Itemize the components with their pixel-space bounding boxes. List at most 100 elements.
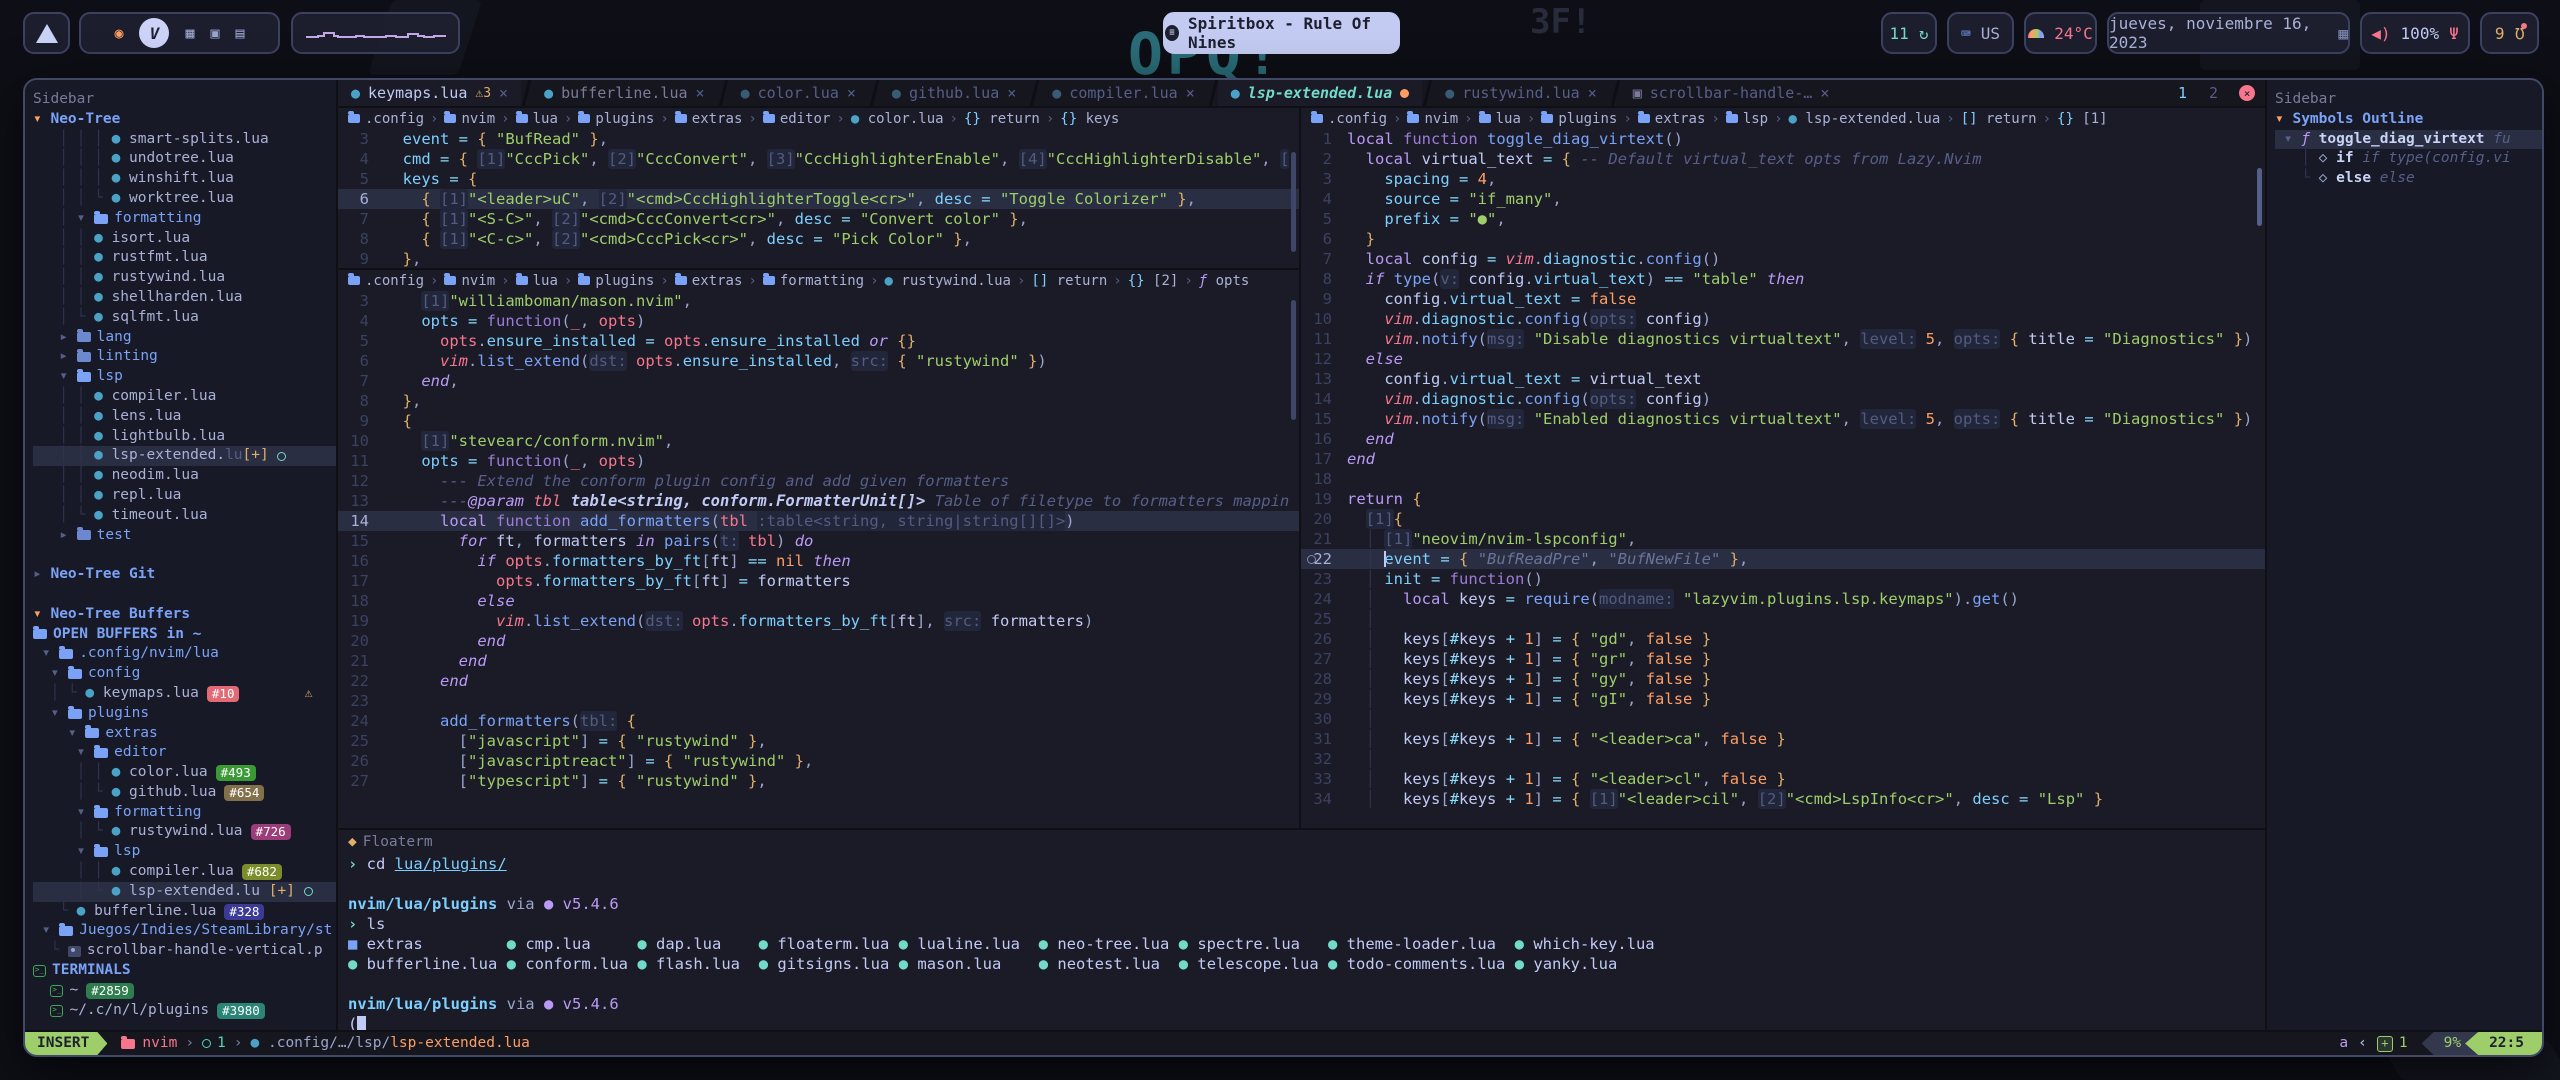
tree-row[interactable]: ▾ .config/nvim/lua: [33, 644, 336, 664]
notifications-widget[interactable]: 9 Ω: [2480, 12, 2539, 54]
code-line[interactable]: 11 opts = function(_, opts): [338, 451, 1299, 471]
tree-row[interactable]: └ ● bufferline.lua#328: [33, 902, 336, 922]
tab-page-1[interactable]: 1: [2167, 80, 2198, 106]
code-line[interactable]: 25 │: [1301, 609, 2265, 629]
tree-row[interactable]: [33, 585, 336, 605]
tree-row[interactable]: ~/.c/n/l/plugins#3980: [33, 1001, 336, 1021]
tree-row[interactable]: ▾ lsp: [33, 842, 336, 862]
tree-row[interactable]: ▸ linting: [33, 347, 336, 367]
tree-row[interactable]: │ └ ● keymaps.lua#10⚠: [33, 684, 336, 704]
code-line[interactable]: 28 │ keys[#keys + 1] = { "gy", false }: [1301, 669, 2265, 689]
code-line[interactable]: 24 add_formatters(tbl: {: [338, 711, 1299, 731]
code-line[interactable]: 23: [338, 691, 1299, 711]
terminal-output[interactable]: › cd lua/plugins/nvim/lua/plugins via ● …: [338, 854, 2265, 1030]
code-line[interactable]: 4 source = "if_many",: [1301, 189, 2265, 209]
tree-row[interactable]: ▸ Neo-Tree Git: [33, 565, 336, 585]
tree-row[interactable]: │ ▾ formatting: [33, 209, 336, 229]
tree-row[interactable]: │ │ ● compiler.lua: [33, 387, 336, 407]
code-line[interactable]: 18 else: [338, 591, 1299, 611]
tree-row[interactable]: [33, 545, 336, 565]
close-tab-icon[interactable]: ×: [696, 84, 705, 102]
code-line[interactable]: 3 event = { "BufRead" },: [338, 129, 1299, 149]
code-line[interactable]: 27 ["typescript"] = { "rustywind" },: [338, 771, 1299, 791]
code-line[interactable]: 26 ["javascriptreact"] = { "rustywind" }…: [338, 751, 1299, 771]
windows-icon[interactable]: ▣: [211, 24, 220, 42]
outline-row[interactable]: Sidebar: [2275, 90, 2542, 110]
tab-compiler.lua[interactable]: ●compiler.lua×: [1039, 80, 1207, 106]
code-line[interactable]: 20 end: [338, 631, 1299, 651]
tree-row[interactable]: │ │ ● isort.lua: [33, 229, 336, 249]
tree-row[interactable]: ▸ lang: [33, 328, 336, 348]
tree-row[interactable]: TERMINALS: [33, 961, 336, 981]
tree-row[interactable]: │ │ ● shellharden.lua: [33, 288, 336, 308]
close-tab-icon[interactable]: ×: [499, 84, 508, 102]
tree-row[interactable]: ~#2859: [33, 981, 336, 1001]
tree-row[interactable]: Sidebar: [33, 90, 336, 110]
code-line[interactable]: 25 ["javascript"] = { "rustywind" },: [338, 731, 1299, 751]
tree-row[interactable]: │ │ ● color.lua#493: [33, 763, 336, 783]
code-line[interactable]: 6 vim.list_extend(dst: opts.ensure_insta…: [338, 351, 1299, 371]
code-line[interactable]: 9 config.virtual_text = false: [1301, 289, 2265, 309]
tree-row[interactable]: │ │ ● lightbulb.lua: [33, 427, 336, 447]
close-all-button[interactable]: ×: [2239, 85, 2255, 101]
tree-row[interactable]: │ │ └ ● worktree.lua: [33, 189, 336, 209]
tree-row[interactable]: │ └ ● github.lua#654: [33, 783, 336, 803]
code-line[interactable]: 31 │ keys[#keys + 1] = { "<leader>ca", f…: [1301, 729, 2265, 749]
tree-row[interactable]: │ │ │ ● winshift.lua: [33, 169, 336, 189]
code-line[interactable]: 34 │ keys[#keys + 1] = { [1]"<leader>cil…: [1301, 789, 2265, 809]
tree-row[interactable]: OPEN BUFFERS in ~: [33, 625, 336, 645]
tree-row[interactable]: ▾ Neo-Tree Buffers: [33, 605, 336, 625]
tab-lsp-extended.lua[interactable]: ●lsp-extended.lua: [1218, 80, 1423, 106]
scrollbar[interactable]: [1291, 300, 1296, 420]
tab-github.lua[interactable]: ●github.lua×: [879, 80, 1029, 106]
tab-keymaps.lua[interactable]: ●keymaps.lua⚠3×: [338, 80, 521, 106]
tree-row[interactable]: │ │ ● lens.lua: [33, 407, 336, 427]
tree-row[interactable]: ▾ editor: [33, 743, 336, 763]
tree-row[interactable]: ▸ test: [33, 526, 336, 546]
tab-page-2[interactable]: 2: [2198, 80, 2229, 106]
code-line[interactable]: 21 end: [338, 651, 1299, 671]
outline-row[interactable]: ▾ Symbols Outline: [2275, 110, 2542, 130]
code-line[interactable]: 19return {: [1301, 489, 2265, 509]
now-playing-widget[interactable]: ≡ Spiritbox - Rule Of Nines: [1163, 12, 1400, 54]
code-line[interactable]: 10 [1]"stevearc/conform.nvim",: [338, 431, 1299, 451]
tree-row[interactable]: ▾ formatting: [33, 803, 336, 823]
code-line[interactable]: 5 prefix = "●",: [1301, 209, 2265, 229]
code-line[interactable]: 27 │ keys[#keys + 1] = { "gr", false }: [1301, 649, 2265, 669]
code-line[interactable]: 12 else: [1301, 349, 2265, 369]
code-line[interactable]: 18: [1301, 469, 2265, 489]
launcher-button[interactable]: [23, 12, 70, 54]
code-line[interactable]: 16 if opts.formatters_by_ft[ft] == nil t…: [338, 551, 1299, 571]
code-line[interactable]: 6 }: [1301, 229, 2265, 249]
tree-row[interactable]: ▾ extras: [33, 724, 336, 744]
code-line[interactable]: 19 vim.list_extend(dst: opts.formatters_…: [338, 611, 1299, 631]
code-line[interactable]: 22 end: [338, 671, 1299, 691]
tree-row[interactable]: │ └ ● timeout.lua: [33, 506, 336, 526]
firefox-icon[interactable]: ◉: [114, 24, 123, 42]
tree-row[interactable]: ▾ Juegos/Indies/SteamLibrary/st: [33, 921, 336, 941]
code-line[interactable]: 8 { [1]"<C-c>", [2]"<cmd>CccPick<cr>", d…: [338, 229, 1299, 249]
code-line[interactable]: 11 vim.notify(msg: "Disable diagnostics …: [1301, 329, 2265, 349]
close-tab-icon[interactable]: ×: [1820, 84, 1829, 102]
code-line[interactable]: 8 },: [338, 391, 1299, 411]
close-tab-icon[interactable]: ×: [1007, 84, 1016, 102]
code-line[interactable]: 32 │: [1301, 749, 2265, 769]
code-line[interactable]: 4 cmd = { [1]"CccPick", [2]"CccConvert",…: [338, 149, 1299, 169]
code-line[interactable]: 7 end,: [338, 371, 1299, 391]
code-line[interactable]: 13 ---@param tbl table<string, conform.F…: [338, 491, 1299, 511]
tree-row[interactable]: │ │ ● neodim.lua: [33, 466, 336, 486]
code-line[interactable]: 14 vim.diagnostic.config(opts: config): [1301, 389, 2265, 409]
code-line[interactable]: 23 │ init = function(): [1301, 569, 2265, 589]
keyboard-layout-widget[interactable]: ⌨ US: [1947, 12, 2014, 54]
tree-row[interactable]: │ │ ● lsp-extended.lu[+]: [33, 446, 336, 466]
clock-widget[interactable]: jueves, noviembre 16, 2023 ▦: [2107, 12, 2350, 54]
code-line[interactable]: 1local function toggle_diag_virtext(): [1301, 129, 2265, 149]
code-line[interactable]: 6 { [1]"<leader>uC", [2]"<cmd>CccHighlig…: [338, 189, 1299, 209]
close-tab-icon[interactable]: ×: [1186, 84, 1195, 102]
code-line[interactable]: 2 local virtual_text = { -- Default virt…: [1301, 149, 2265, 169]
tree-row[interactable]: │ │ │ ● smart-splits.lua: [33, 130, 336, 150]
scrollbar[interactable]: [2257, 168, 2262, 226]
outline-row[interactable]: │ ◇ if if type(config.vi: [2275, 149, 2542, 169]
tree-row[interactable]: ▾ lsp: [33, 367, 336, 387]
tree-row[interactable]: │ │ ● compiler.lua#682: [33, 862, 336, 882]
